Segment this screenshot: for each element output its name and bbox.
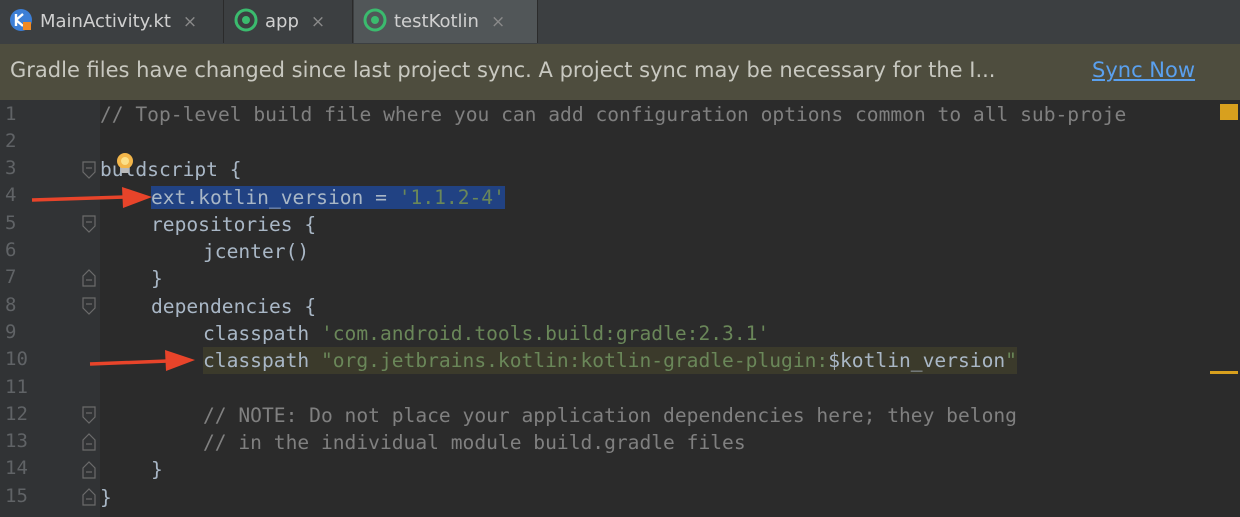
code-line-15: } bbox=[100, 486, 112, 509]
arrow-icon bbox=[31, 187, 152, 208]
code-token: ldscript { bbox=[123, 158, 242, 181]
code-line-8: dependencies { bbox=[151, 295, 317, 318]
code-string: '1.1.2-4' bbox=[398, 186, 505, 209]
line-number-gutter: 1 2 3 4 5 6 7 8 9 10 11 12 13 14 15 bbox=[0, 100, 100, 517]
code-line-10: classpath "org.jetbrains.kotlin:kotlin-g… bbox=[203, 347, 1017, 374]
fold-open-icon[interactable] bbox=[82, 297, 96, 315]
line-number: 2 bbox=[5, 130, 17, 152]
lightbulb-icon[interactable] bbox=[114, 152, 136, 176]
code-string: 'com.android.tools.build:gradle:2.3.1' bbox=[320, 322, 770, 345]
code-area[interactable]: // Top-level build file where you can ad… bbox=[100, 100, 1220, 517]
line-number: 12 bbox=[5, 403, 28, 425]
line-number: 6 bbox=[5, 239, 17, 261]
fold-open-icon[interactable] bbox=[82, 406, 96, 424]
fold-open-icon[interactable] bbox=[82, 161, 96, 179]
error-stripe[interactable] bbox=[1210, 100, 1240, 517]
close-icon[interactable]: × bbox=[183, 12, 197, 32]
fold-open-icon[interactable] bbox=[82, 215, 96, 233]
code-line-9: classpath 'com.android.tools.build:gradl… bbox=[203, 320, 769, 347]
gradle-icon bbox=[233, 7, 259, 37]
gradle-sync-banner: Gradle files have changed since last pro… bbox=[0, 44, 1240, 100]
line-number: 9 bbox=[5, 321, 17, 343]
code-line-1: // Top-level build file where you can ad… bbox=[100, 103, 1127, 126]
arrow-icon bbox=[89, 350, 195, 371]
code-line-7: } bbox=[151, 267, 163, 290]
line-number: 14 bbox=[5, 457, 28, 479]
close-icon[interactable]: × bbox=[491, 12, 505, 32]
sync-now-link[interactable]: Sync Now bbox=[1092, 58, 1195, 82]
code-line-5: repositories { bbox=[151, 213, 317, 236]
code-line-14: } bbox=[151, 458, 163, 481]
warning-marker[interactable] bbox=[1220, 104, 1238, 120]
tab-mainactivity[interactable]: MainActivity.kt × bbox=[0, 0, 224, 43]
tab-testkotlin[interactable]: testKotlin × bbox=[354, 0, 538, 43]
code-line-4: ext.kotlin_version = '1.1.2-4' bbox=[151, 184, 505, 211]
code-token: classpath bbox=[203, 349, 321, 372]
line-number: 10 bbox=[5, 348, 28, 370]
line-number: 8 bbox=[5, 294, 17, 316]
tab-label: app bbox=[265, 11, 299, 32]
line-number: 7 bbox=[5, 266, 17, 288]
tab-label: MainActivity.kt bbox=[40, 11, 171, 32]
fold-close-icon[interactable] bbox=[82, 488, 96, 506]
code-template-variable: $kotlin_version bbox=[828, 349, 1006, 372]
tab-label: testKotlin bbox=[394, 11, 479, 32]
line-number: 11 bbox=[5, 376, 28, 398]
line-number: 5 bbox=[5, 212, 17, 234]
kotlin-file-icon bbox=[8, 7, 34, 37]
line-number: 15 bbox=[5, 485, 28, 507]
banner-message: Gradle files have changed since last pro… bbox=[10, 58, 996, 82]
tab-app[interactable]: app × bbox=[225, 0, 353, 43]
close-icon[interactable]: × bbox=[311, 12, 325, 32]
code-string: " bbox=[1005, 349, 1017, 372]
editor-tab-bar: MainActivity.kt × app × testKotlin × bbox=[0, 0, 1240, 45]
line-number: 3 bbox=[5, 157, 17, 179]
warning-marker[interactable] bbox=[1210, 371, 1238, 374]
code-editor[interactable]: 1 2 3 4 5 6 7 8 9 10 11 12 13 14 15 // T… bbox=[0, 100, 1240, 517]
code-line-6: jcenter() bbox=[203, 240, 310, 263]
code-token: classpath bbox=[203, 322, 321, 345]
code-string: "org.jetbrains.kotlin:kotlin-gradle-plug… bbox=[320, 349, 829, 372]
code-token: ext.kotlin_version = bbox=[151, 186, 399, 209]
line-number: 13 bbox=[5, 430, 28, 452]
code-line-12: // NOTE: Do not place your application d… bbox=[203, 404, 1017, 427]
code-line-13: // in the individual module build.gradle… bbox=[203, 431, 746, 454]
fold-close-icon[interactable] bbox=[82, 433, 96, 451]
fold-close-icon[interactable] bbox=[82, 269, 96, 287]
gradle-icon bbox=[362, 7, 388, 37]
line-number: 1 bbox=[5, 103, 17, 125]
fold-close-icon[interactable] bbox=[82, 461, 96, 479]
